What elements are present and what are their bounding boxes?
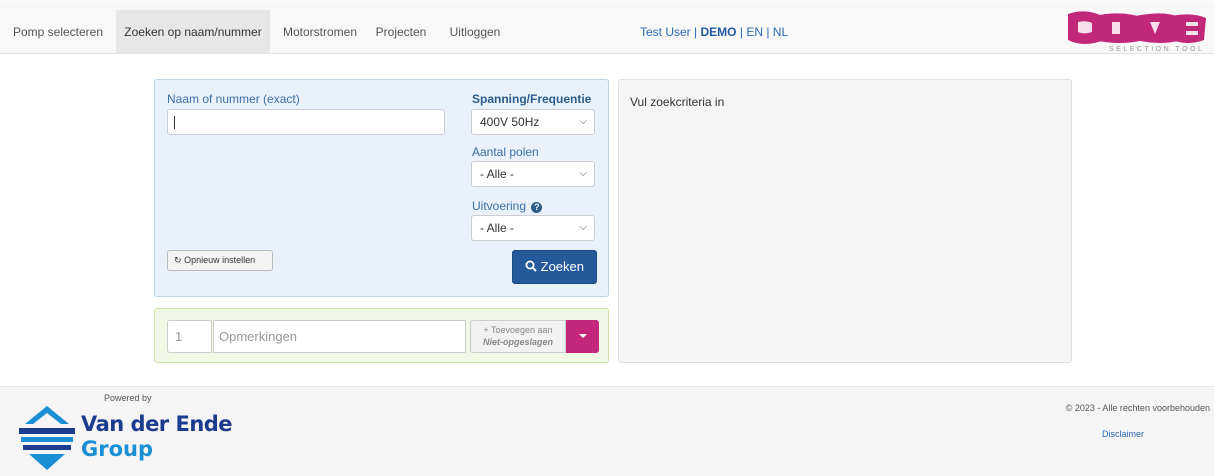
add-button-label: Toevoegen aan (491, 325, 553, 335)
execution-select-value: - Alle - (480, 221, 515, 235)
execution-label: Uitvoering ? (472, 199, 543, 213)
separator: | (766, 25, 770, 39)
chevron-down-icon: ⌵ (579, 116, 587, 127)
refresh-icon: ↻ (174, 255, 182, 265)
question-circle-icon[interactable]: ? (531, 202, 543, 213)
results-panel: Vul zoekcriteria in (618, 79, 1072, 363)
top-navbar: Pomp selecteren Zoeken op naam/nummer Mo… (0, 0, 1214, 54)
plus-icon: + (483, 325, 489, 335)
logo-subtitle: SELECTION TOOL (1109, 46, 1205, 53)
poles-select-value: - Alle - (480, 167, 515, 181)
nav-motorstromen[interactable]: Motorstromen (276, 10, 364, 54)
user-bar: Test User | DEMO | EN | NL (640, 10, 788, 54)
search-button[interactable]: Zoeken (512, 250, 597, 284)
disclaimer-link[interactable]: Disclaimer (1102, 429, 1144, 439)
lang-nl-link[interactable]: NL (773, 25, 788, 39)
brand-name-line2: Group (81, 437, 154, 461)
add-to-project-button[interactable]: + Toevoegen aan Niet-opgeslagen (470, 320, 566, 353)
user-name-link[interactable]: Test User (640, 25, 691, 39)
nav-projecten[interactable]: Projecten (370, 10, 432, 54)
execution-label-text: Uitvoering (472, 199, 527, 213)
separator: | (739, 25, 743, 39)
quantity-input[interactable]: 1 (167, 320, 212, 353)
text-caret (174, 116, 175, 129)
name-label: Naam of nummer (exact) (167, 92, 300, 106)
brand-name-line1: Van der Ende (81, 412, 233, 436)
search-button-label: Zoeken (540, 259, 584, 274)
voltage-select[interactable]: 400V 50Hz ⌵ (471, 109, 595, 135)
caret-down-icon (579, 334, 587, 338)
nav-pomp-selecteren[interactable]: Pomp selecteren (8, 10, 108, 54)
project-dropdown-button[interactable] (566, 320, 599, 353)
van-der-ende-logo-icon (19, 406, 75, 470)
add-to-project-panel: 1 Opmerkingen + Toevoegen aan Niet-opges… (154, 308, 609, 363)
reset-button-label: Opnieuw instellen (184, 255, 256, 265)
voltage-select-value: 400V 50Hz (480, 115, 540, 129)
voltage-label: Spanning/Frequentie (472, 92, 592, 106)
poles-label: Aantal polen (472, 145, 539, 159)
mode-label: DEMO (700, 25, 737, 39)
copyright-text: © 2023 - Alle rechten voorbehouden (1065, 403, 1210, 413)
curves-logo-mark (1068, 11, 1206, 44)
separator: | (694, 25, 698, 39)
curves-logo[interactable]: SELECTION TOOL (1064, 10, 1210, 56)
reset-button[interactable]: ↻ Opnieuw instellen (167, 250, 273, 271)
search-icon (525, 260, 537, 272)
results-message: Vul zoekcriteria in (630, 95, 725, 109)
search-panel: Naam of nummer (exact) Spanning/Frequent… (154, 79, 609, 297)
name-number-input[interactable] (167, 109, 445, 135)
footer: Powered by Van der Ende Group © 2023 - A… (0, 386, 1214, 476)
add-button-target: Niet-opgeslagen (482, 337, 553, 347)
nav-zoeken-op-naam-nummer[interactable]: Zoeken op naam/nummer (116, 10, 270, 54)
powered-by-label: Powered by (104, 393, 152, 403)
chevron-down-icon: ⌵ (579, 222, 587, 233)
lang-en-link[interactable]: EN (746, 25, 763, 39)
poles-select[interactable]: - Alle - ⌵ (471, 161, 595, 187)
chevron-down-icon: ⌵ (579, 168, 587, 179)
nav-uitloggen[interactable]: Uitloggen (446, 10, 504, 54)
remarks-input[interactable]: Opmerkingen (213, 320, 466, 353)
execution-select[interactable]: - Alle - ⌵ (471, 215, 595, 241)
